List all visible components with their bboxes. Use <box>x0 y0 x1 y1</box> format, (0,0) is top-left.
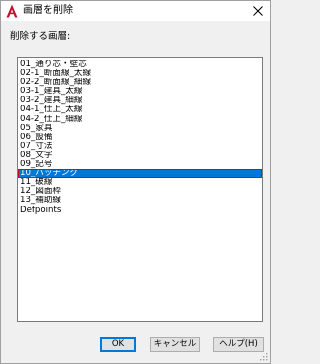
layer-list-item[interactable]: 03-2_建具_細線 <box>18 96 262 105</box>
close-icon[interactable] <box>249 2 267 20</box>
delete-layers-dialog: 画層を削除 削除する画層: 01_通り芯・壁芯 02-1_断面線_太線 02-2_断… <box>0 0 271 364</box>
layer-list: 01_通り芯・壁芯 02-1_断面線_太線 02-2_断面線_細線 03-1_建具_太… <box>18 60 262 215</box>
layer-list-item[interactable]: 13_補助線 <box>18 196 262 205</box>
ok-button[interactable]: OK <box>100 337 136 352</box>
cancel-button[interactable]: キャンセル <box>150 337 200 352</box>
layer-list-item[interactable]: 04-2_仕上_細線 <box>18 115 262 124</box>
layer-list-item[interactable]: 02-2_断面線_細線 <box>18 78 262 87</box>
title-bar[interactable]: 画層を削除 <box>1 1 270 21</box>
layer-list-item[interactable]: 06_設備 <box>18 133 262 142</box>
layers-to-delete-label: 削除する画層: <box>10 31 71 42</box>
layer-list-item[interactable]: 11_破線 <box>18 178 262 187</box>
layer-list-item[interactable]: 02-1_断面線_太線 <box>18 69 262 78</box>
layer-list-item[interactable]: 12_図面枠 <box>18 187 262 196</box>
layer-list-item[interactable]: 05_家具 <box>18 124 262 133</box>
layer-list-item[interactable]: 01_通り芯・壁芯 <box>18 60 262 69</box>
layer-list-item[interactable]: Defpoints <box>18 206 262 215</box>
layer-list-item[interactable]: 04-1_仕上_太線 <box>18 105 262 114</box>
help-button[interactable]: ヘルプ(H) <box>213 337 264 352</box>
layer-list-item[interactable]: 07_寸法 <box>18 142 262 151</box>
layer-listbox[interactable]: 01_通り芯・壁芯 02-1_断面線_太線 02-2_断面線_細線 03-1_建具_太… <box>17 57 263 322</box>
autocad-a-icon <box>6 4 18 18</box>
layer-list-item[interactable]: 08_文字 <box>18 151 262 160</box>
resize-grip-icon[interactable] <box>258 351 268 361</box>
layer-list-item[interactable]: 10_ハッチング <box>18 169 262 179</box>
dialog-title: 画層を削除 <box>23 5 73 16</box>
layer-list-item[interactable]: 09_記号 <box>18 160 262 169</box>
layer-list-item[interactable]: 03-1_建具_太線 <box>18 87 262 96</box>
